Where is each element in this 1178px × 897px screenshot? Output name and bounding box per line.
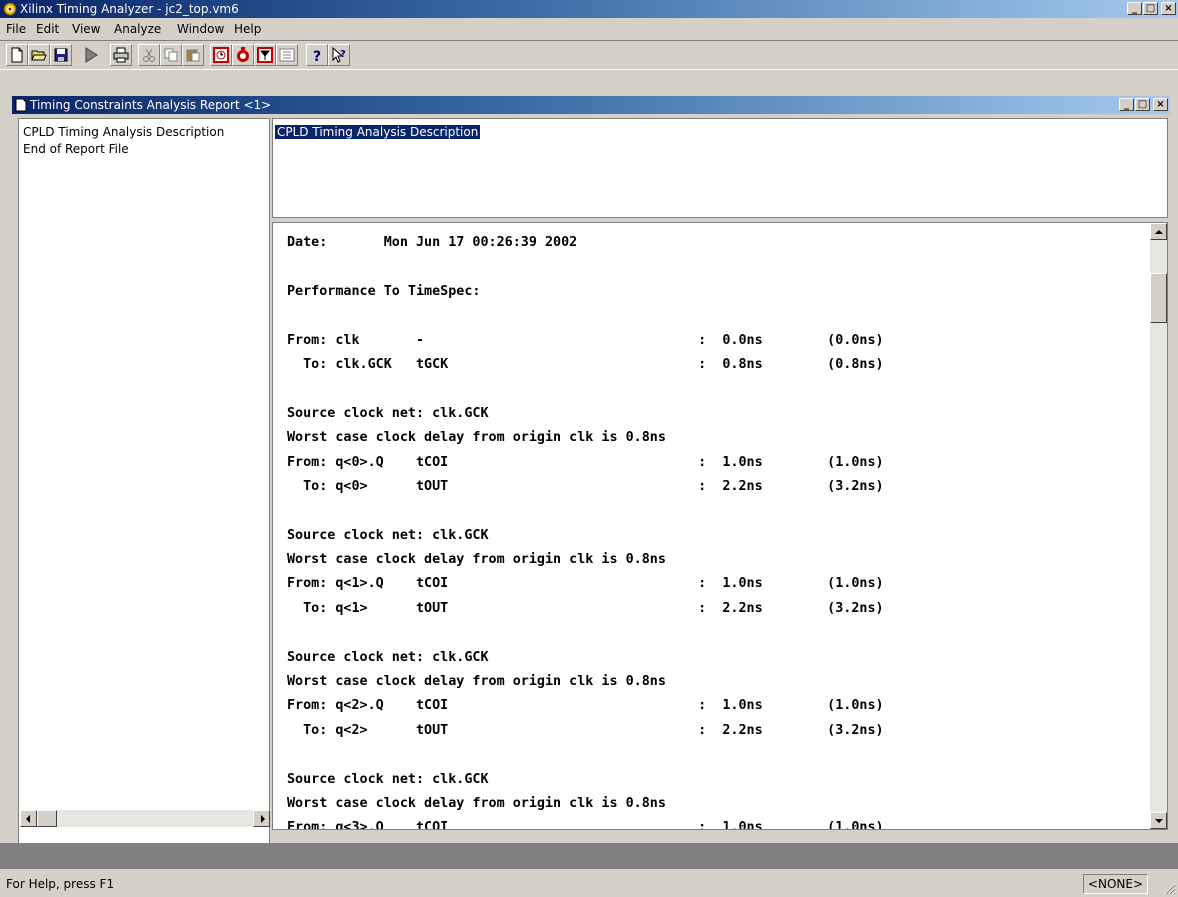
- context-help-icon[interactable]: ?: [328, 44, 350, 66]
- report-window-title-bar[interactable]: Timing Constraints Analysis Report <1> _…: [12, 96, 1170, 114]
- report-scroll-thumb[interactable]: [1150, 273, 1167, 323]
- report-line: Performance To TimeSpec:: [287, 283, 481, 299]
- minimize-button[interactable]: _: [1127, 2, 1142, 15]
- report-line: Source clock net: clk.GCK: [287, 405, 489, 421]
- copy-icon[interactable]: [160, 44, 182, 66]
- svg-text:?: ?: [313, 49, 321, 63]
- report-outline-tree: CPLD Timing Analysis Description End of …: [18, 118, 270, 844]
- report-line: Source clock net: clk.GCK: [287, 527, 489, 543]
- report-line: Worst case clock delay from origin clk i…: [287, 795, 666, 811]
- report-line: To: clk.GCK tGCK : 0.8ns (0.8ns): [287, 356, 884, 372]
- tree-horizontal-scrollbar[interactable]: [20, 810, 270, 827]
- arrow-left-icon: [25, 814, 30, 823]
- child-maximize-button[interactable]: □: [1135, 98, 1150, 111]
- report-line: From: q<1>.Q tCOI : 1.0ns (1.0ns): [287, 576, 884, 592]
- filter-icon[interactable]: [254, 44, 276, 66]
- report-line: Worst case clock delay from origin clk i…: [287, 430, 666, 446]
- report-line: From: q<3>.Q tCOI : 1.0ns (1.0ns): [287, 820, 884, 830]
- tree-item-end-of-report[interactable]: End of Report File: [23, 142, 129, 156]
- report-line: Source clock net: clk.GCK: [287, 649, 489, 665]
- scroll-right-button[interactable]: [253, 810, 270, 827]
- report-line: [287, 743, 1147, 767]
- paste-icon[interactable]: [182, 44, 204, 66]
- status-help-text: For Help, press F1: [6, 877, 115, 891]
- report-line: From: q<0>.Q tCOI : 1.0ns (1.0ns): [287, 454, 884, 470]
- menu-window[interactable]: Window: [177, 22, 224, 36]
- cut-icon[interactable]: [138, 44, 160, 66]
- report-line: To: q<2> tOUT : 2.2ns (3.2ns): [287, 722, 884, 738]
- description-pane: CPLD Timing Analysis Description: [272, 118, 1168, 218]
- report-line: [287, 499, 1147, 523]
- scroll-down-button[interactable]: [1150, 812, 1167, 829]
- xilinx-app-icon[interactable]: [2, 1, 18, 17]
- report-line: [287, 377, 1147, 401]
- app-title: Xilinx Timing Analyzer - jc2_top.vm6: [20, 2, 239, 16]
- document-icon: [15, 98, 27, 112]
- menu-file[interactable]: File: [6, 22, 26, 36]
- report-text-pane: Date: Mon Jun 17 00:26:39 2002 Performanc…: [272, 222, 1168, 830]
- toolbar: ? ?: [4, 41, 504, 69]
- status-panel: <NONE>: [1082, 874, 1148, 894]
- workspace-background: [0, 843, 1178, 869]
- app-title-bar[interactable]: Xilinx Timing Analyzer - jc2_top.vm6 _ □…: [0, 0, 1178, 18]
- arrow-up-icon: [1154, 229, 1163, 234]
- run-icon[interactable]: [80, 44, 102, 66]
- options-icon[interactable]: [276, 44, 298, 66]
- report-line: From: q<2>.Q tCOI : 1.0ns (1.0ns): [287, 698, 884, 714]
- svg-text:?: ?: [340, 49, 346, 60]
- report-vertical-scrollbar[interactable]: [1150, 223, 1167, 829]
- report-line: Worst case clock delay from origin clk i…: [287, 674, 666, 690]
- report-line: [287, 255, 1147, 279]
- selected-section-text[interactable]: CPLD Timing Analysis Description: [275, 125, 481, 139]
- report-line: Worst case clock delay from origin clk i…: [287, 552, 666, 568]
- new-icon[interactable]: [6, 44, 28, 66]
- report-line: From: clk - : 0.0ns (0.0ns): [287, 332, 884, 348]
- child-minimize-button[interactable]: _: [1119, 98, 1134, 111]
- timing-icon[interactable]: [210, 44, 232, 66]
- report-line: Source clock net: clk.GCK: [287, 771, 489, 787]
- help-icon[interactable]: ?: [306, 44, 328, 66]
- menu-view[interactable]: View: [72, 22, 100, 36]
- report-body: Date: Mon Jun 17 00:26:39 2002 Performanc…: [287, 231, 1147, 830]
- tree-item-cpld-description[interactable]: CPLD Timing Analysis Description: [23, 125, 224, 139]
- print-icon[interactable]: [110, 44, 132, 66]
- menu-edit[interactable]: Edit: [36, 22, 59, 36]
- arrow-right-icon: [260, 814, 265, 823]
- report-line: [287, 304, 1147, 328]
- stop-icon[interactable]: [232, 44, 254, 66]
- tree-scroll-thumb[interactable]: [37, 810, 57, 827]
- save-icon[interactable]: [50, 44, 72, 66]
- report-line: Date: Mon Jun 17 00:26:39 2002: [287, 235, 578, 250]
- report-line: To: q<1> tOUT : 2.2ns (3.2ns): [287, 600, 884, 616]
- maximize-button[interactable]: □: [1143, 2, 1158, 15]
- menu-bar: File Edit View Analyze Window Help: [0, 19, 1178, 39]
- report-line: To: q<0> tOUT : 2.2ns (3.2ns): [287, 478, 884, 494]
- scroll-up-button[interactable]: [1150, 223, 1167, 240]
- child-close-button[interactable]: ×: [1153, 98, 1168, 111]
- scroll-left-button[interactable]: [20, 810, 37, 827]
- resize-grip-icon[interactable]: [1162, 881, 1176, 895]
- open-icon[interactable]: [28, 44, 50, 66]
- close-button[interactable]: ×: [1161, 2, 1176, 15]
- report-window-title: Timing Constraints Analysis Report <1>: [30, 98, 272, 112]
- arrow-down-icon: [1154, 818, 1163, 823]
- status-bar: For Help, press F1 <NONE>: [0, 870, 1178, 897]
- report-line: [287, 621, 1147, 645]
- menu-analyze[interactable]: Analyze: [114, 22, 161, 36]
- menu-help[interactable]: Help: [234, 22, 261, 36]
